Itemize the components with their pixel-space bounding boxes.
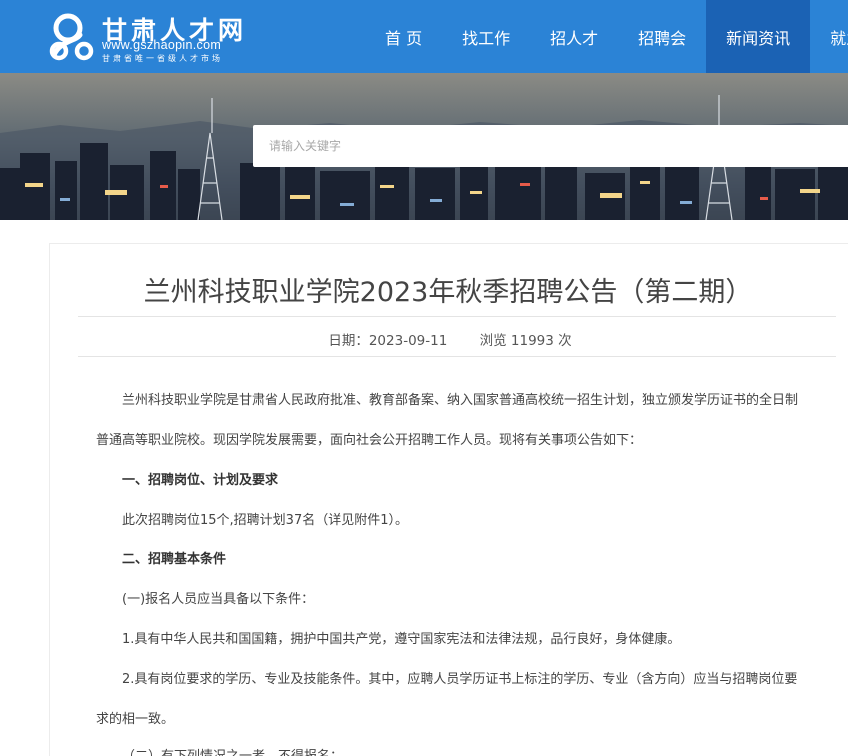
paragraph: 2.具有岗位要求的学历、专业及技能条件。其中，应聘人员学历证书上标注的学历、专业…	[122, 672, 798, 687]
section-heading: 二、招聘基本条件	[122, 552, 227, 567]
nav-find-job[interactable]: 找工作	[442, 0, 530, 73]
article-date: 日期：2023-09-11	[328, 333, 448, 349]
search-box	[253, 125, 848, 167]
nav-recruit[interactable]: 招人才	[530, 0, 618, 73]
paragraph: 普通高等职业院校。现因学院发展需要，面向社会公开招聘工作人员。现将有关事项公告如…	[96, 433, 643, 448]
logo-url: www.gszhaopin.com	[102, 38, 222, 52]
article-views: 浏览 11993 次	[479, 333, 572, 349]
site-logo[interactable]: 甘肃人才网 www.gszhaopin.com 甘肃省唯一省级人才市场	[46, 9, 256, 63]
meta-divider	[78, 356, 836, 357]
site-header: 甘肃人才网 www.gszhaopin.com 甘肃省唯一省级人才市场 首 页 …	[0, 0, 848, 73]
logo-tagline: 甘肃省唯一省级人才市场	[102, 54, 223, 63]
nav-job-fair[interactable]: 招聘会	[618, 0, 706, 73]
nav-employment[interactable]: 就业	[810, 0, 848, 73]
section-heading: 一、招聘岗位、计划及要求	[122, 473, 279, 488]
nav-news[interactable]: 新闻资讯	[706, 0, 811, 73]
paragraph: 1.具有中华人民共和国国籍，拥护中国共产党，遵守国家宪法和法律法规，品行良好，身…	[122, 632, 681, 647]
article-meta: 日期：2023-09-11 浏览 11993 次	[0, 329, 848, 349]
article-title: 兰州科技职业学院2023年秋季招聘公告（第二期）	[143, 277, 753, 308]
paragraph: 求的相一致。	[96, 712, 175, 727]
main-nav: 首 页 找工作 招人才 招聘会 新闻资讯 就业	[365, 0, 848, 73]
logo-mark-icon	[49, 13, 94, 61]
paragraph: (一)报名人员应当具备以下条件：	[122, 592, 315, 607]
search-input[interactable]	[253, 125, 848, 167]
title-divider	[78, 316, 836, 317]
nav-home[interactable]: 首 页	[365, 0, 442, 73]
paragraph: （二）有下列情况之一者，不得报名：	[122, 745, 343, 756]
paragraph: 此次招聘岗位15个,招聘计划37名（详见附件1）。	[122, 513, 408, 528]
paragraph: 兰州科技职业学院是甘肃省人民政府批准、教育部备案、纳入国家普通高校统一招生计划，…	[122, 393, 799, 408]
